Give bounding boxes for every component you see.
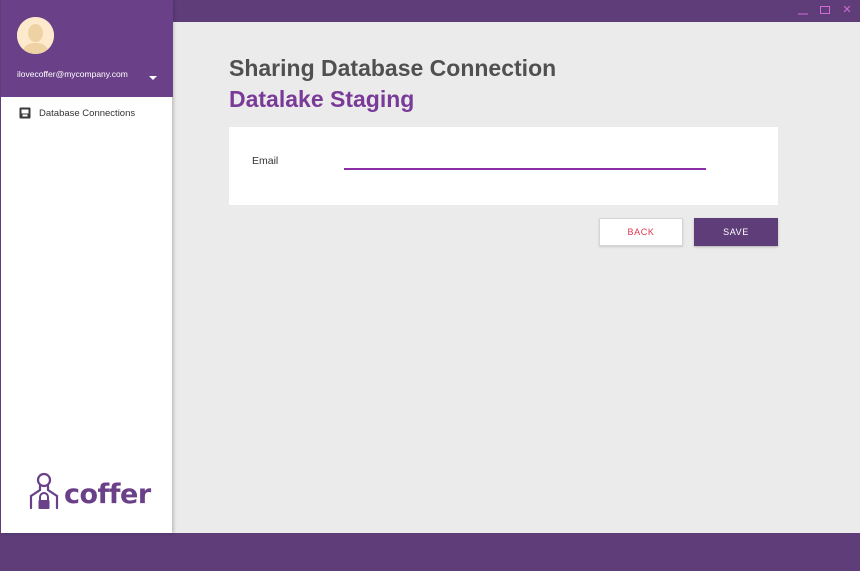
share-form-card: Email <box>229 127 778 205</box>
user-panel: ilovecoffer@mycompany.com <box>1 0 173 97</box>
title-bar: ✕ <box>172 0 860 22</box>
user-silhouette-icon <box>17 17 54 54</box>
user-email: ilovecoffer@mycompany.com <box>17 69 128 79</box>
lock-person-icon <box>29 472 59 510</box>
avatar[interactable] <box>17 17 54 54</box>
page-title: Sharing Database Connection <box>229 55 557 81</box>
logo-text: coffer <box>64 479 151 510</box>
page-subtitle: Datalake Staging <box>229 86 415 112</box>
maximize-icon[interactable] <box>818 3 832 17</box>
bottom-bar <box>0 533 860 571</box>
account-dropdown-icon[interactable] <box>149 76 157 80</box>
close-icon[interactable]: ✕ <box>840 3 854 17</box>
window-controls: ✕ <box>796 3 854 17</box>
email-field[interactable] <box>344 149 706 170</box>
database-icon <box>19 107 31 119</box>
app-window: ✕ ilovecoffer@mycompany.com Database Con… <box>0 0 860 571</box>
sidebar-item-label: Database Connections <box>39 107 136 119</box>
coffer-logo: coffer <box>28 472 151 510</box>
email-label: Email <box>252 155 279 167</box>
sidebar: ilovecoffer@mycompany.com Database Conne… <box>0 0 173 533</box>
back-button[interactable]: BACK <box>599 218 683 246</box>
save-button[interactable]: SAVE <box>694 218 778 246</box>
minimize-icon[interactable] <box>796 3 810 17</box>
main-content: Sharing Database Connection Datalake Sta… <box>172 22 860 533</box>
sidebar-item-database-connections[interactable]: Database Connections <box>1 104 173 122</box>
